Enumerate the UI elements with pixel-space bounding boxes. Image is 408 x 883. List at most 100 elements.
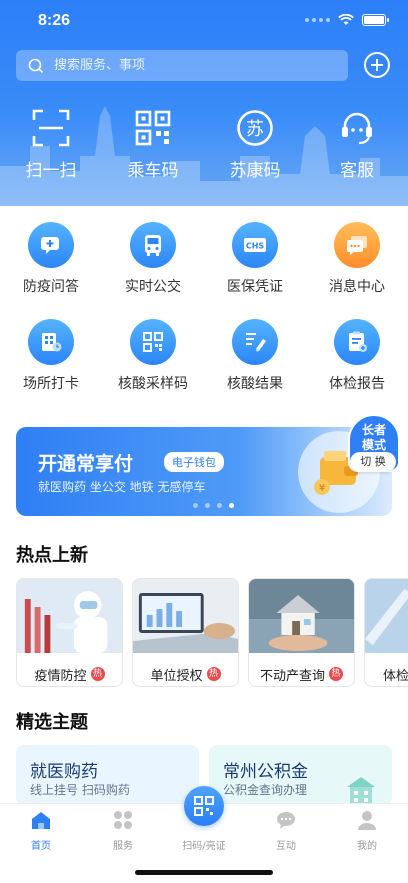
svg-text:¥: ¥: [319, 483, 325, 494]
theme-subtitle: 线上挂号 扫码购药: [30, 783, 130, 797]
report-icon: [334, 319, 380, 365]
qrcode-icon: [135, 110, 171, 146]
service-message-center[interactable]: 消息中心: [306, 222, 408, 303]
tab-label: 服务: [113, 841, 133, 852]
card-caption: 不动产查询 热: [249, 657, 354, 686]
customer-service-icon: [342, 112, 372, 145]
quick-actions: 扫一扫 乘车码 苏 苏康码 客服: [0, 108, 408, 181]
service-medical-insurance[interactable]: CHS 医保凭证: [204, 222, 306, 303]
svg-text:苏: 苏: [246, 119, 264, 140]
search-icon: [28, 58, 44, 73]
service-venue-checkin[interactable]: 场所打卡: [0, 319, 102, 400]
service-checkup-report[interactable]: 体检报告: [306, 319, 408, 400]
service-epidemic-qa[interactable]: 防疫问答: [0, 222, 102, 303]
service-label: 消息中心: [329, 279, 385, 295]
building-checkin-icon: [28, 319, 74, 365]
hot-card-property[interactable]: 不动产查询 热: [248, 578, 355, 687]
tab-services[interactable]: 服务: [82, 809, 164, 852]
elder-mode-switch[interactable]: 切 换: [350, 452, 396, 472]
tab-label: 互动: [276, 841, 296, 852]
quick-action-label: 苏康码: [229, 161, 281, 181]
card-caption: 单位授权 热: [133, 657, 238, 686]
service-label: 核酸结果: [227, 376, 283, 392]
service-label: 防疫问答: [23, 279, 79, 295]
quick-action-label: 客服: [340, 161, 374, 181]
theme-card-medical[interactable]: 就医购药 线上挂号 扫码购药: [16, 745, 199, 805]
carousel-dots: [193, 503, 234, 508]
hot-card-checkup[interactable]: 体检: [364, 578, 408, 687]
carousel-dot[interactable]: [217, 503, 222, 508]
carousel-dot-active[interactable]: [229, 503, 234, 508]
chat-plus-icon: [28, 222, 74, 268]
theme-title: 常州公积金: [223, 762, 308, 782]
themes-section-title: 精选主题: [16, 712, 88, 733]
banner-subtitle: 就医购药 坐公交 地铁 无感停车: [38, 480, 206, 494]
tab-label: 扫码/亮证: [182, 841, 226, 852]
theme-title: 就医购药: [30, 762, 98, 782]
card-label: 单位授权: [150, 668, 203, 684]
quick-action-scan[interactable]: 扫一扫: [0, 108, 102, 181]
chs-card-icon: CHS: [232, 222, 278, 268]
elder-mode-label: 模式: [361, 438, 386, 452]
svg-text:CHS: CHS: [246, 242, 265, 251]
banner-title: 开通常享付: [38, 453, 134, 475]
header: 8:26 扫一扫: [0, 0, 408, 206]
card-caption: 疫情防控 热: [17, 657, 122, 686]
theme-card-housing-fund[interactable]: 常州公积金 公积金查询办理: [209, 745, 392, 805]
theme-subtitle: 公积金查询办理: [223, 783, 308, 797]
service-realtime-bus[interactable]: 实时公交: [102, 222, 204, 303]
scan-icon: [32, 109, 70, 147]
status-icons: [305, 14, 389, 26]
home-indicator: [135, 870, 273, 875]
hot-card-epidemic[interactable]: 疫情防控 热: [16, 578, 123, 687]
bus-icon: [130, 222, 176, 268]
service-nucleic-sampling-code[interactable]: 核酸采样码: [102, 319, 204, 400]
service-label: 核酸采样码: [118, 376, 188, 392]
service-label: 体检报告: [329, 376, 385, 392]
battery-icon: [362, 14, 389, 26]
quick-action-label: 扫一扫: [25, 161, 77, 181]
hot-carousel[interactable]: 疫情防控 热 单位授权 热 不动产查询 热 体检: [16, 578, 408, 688]
hot-card-authorization[interactable]: 单位授权 热: [132, 578, 239, 687]
building-icon: [347, 777, 375, 805]
card-image: [365, 579, 408, 653]
profile-icon: [358, 811, 376, 830]
service-nucleic-result[interactable]: 核酸结果: [204, 319, 306, 400]
tab-label: 首页: [31, 841, 51, 852]
qrcode-icon: [130, 319, 176, 365]
home-icon: [32, 812, 50, 829]
signal-icon: [305, 18, 330, 22]
carousel-dot[interactable]: [205, 503, 210, 508]
status-time: 8:26: [38, 12, 71, 29]
grid-icon: [114, 811, 132, 829]
card-image: [133, 579, 238, 653]
quick-action-health-code[interactable]: 苏 苏康码: [204, 108, 306, 181]
chat-bubble-icon: [277, 812, 295, 829]
card-label: 体检: [383, 668, 408, 684]
tab-home[interactable]: 首页: [0, 809, 82, 852]
tab-interact[interactable]: 互动: [245, 809, 327, 852]
quick-action-bus-code[interactable]: 乘车码: [102, 108, 204, 181]
add-button[interactable]: [364, 52, 390, 78]
search-input[interactable]: [54, 58, 314, 73]
status-bar: 8:26: [0, 0, 408, 44]
card-label: 疫情防控: [34, 668, 87, 684]
elder-mode-label: 长者: [361, 423, 386, 437]
banner-tag: 电子钱包: [164, 452, 224, 472]
promo-banner[interactable]: 开通常享付 电子钱包 就医购药 坐公交 地铁 无感停车 ¥: [16, 427, 392, 516]
tab-profile[interactable]: 我的: [326, 809, 408, 852]
quick-action-customer-service[interactable]: 客服: [306, 108, 408, 181]
test-tube-icon: [232, 319, 278, 365]
search-bar[interactable]: [16, 50, 348, 81]
scan-center-button[interactable]: [184, 786, 224, 826]
qrcode-icon: [194, 796, 214, 816]
service-label: 场所打卡: [23, 376, 79, 392]
card-label: 不动产查询: [259, 668, 325, 684]
hot-section-title: 热点上新: [16, 545, 88, 566]
carousel-dot[interactable]: [193, 503, 198, 508]
tab-label: 我的: [357, 841, 377, 852]
card-image: [249, 579, 354, 653]
services-grid: 防疫问答 实时公交 CHS 医保凭证 消息中心 场所打卡 核酸采样码 核酸结果 …: [0, 206, 408, 400]
quick-action-label: 乘车码: [127, 161, 179, 181]
card-image: [17, 579, 122, 653]
